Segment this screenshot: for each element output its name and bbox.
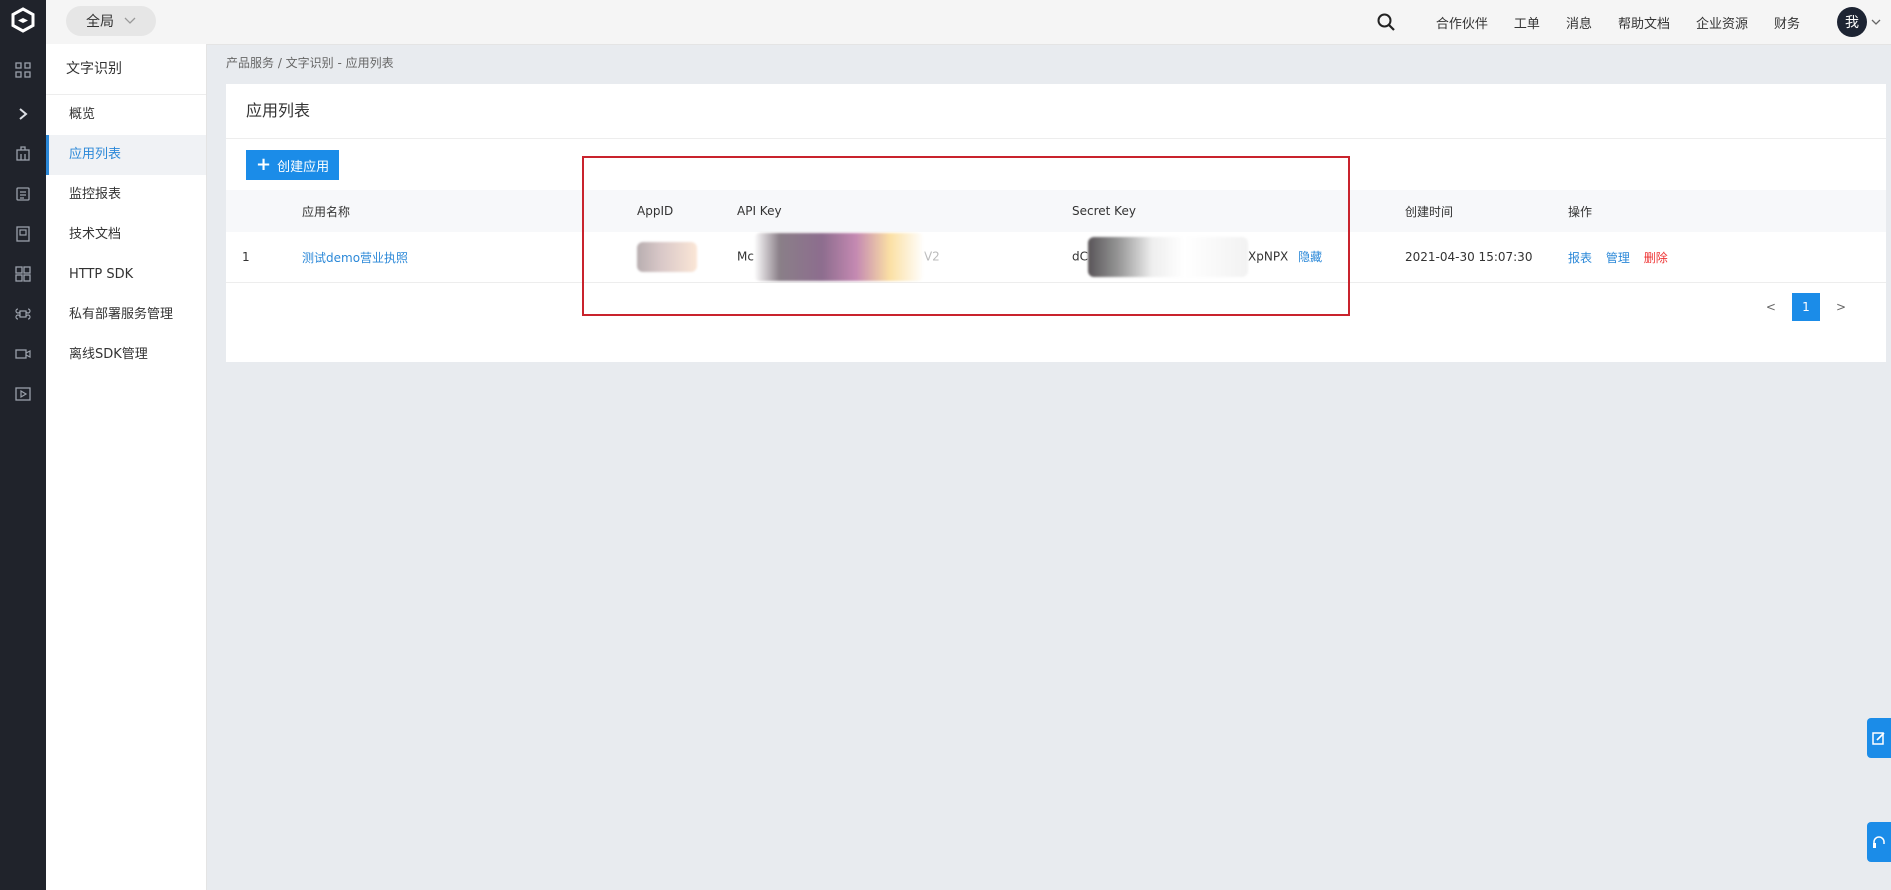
nav-help-docs[interactable]: 帮助文档 [1618, 13, 1670, 32]
headset-icon[interactable] [1867, 822, 1891, 862]
sidebar-item-private-deploy[interactable]: 私有部署服务管理 [46, 295, 206, 335]
create-app-button[interactable]: + 创建应用 [246, 150, 340, 180]
chevron-right-icon[interactable] [0, 94, 46, 134]
row-index: 1 [226, 232, 286, 283]
book-icon[interactable] [0, 214, 46, 254]
top-nav: 合作伙伴 工单 消息 帮助文档 企业资源 财务 我 [1364, 0, 1881, 44]
page-title: 应用列表 [226, 84, 1886, 139]
app-table: 应用名称 AppID API Key Secret Key 创建时间 操作 1 … [226, 190, 1886, 283]
row-actions: 报表 管理 删除 [1552, 232, 1886, 283]
table-row: 1 测试demo营业执照 Mc V2 dC XpNPX 隐藏 2021-04-30 … [226, 232, 1886, 283]
apps-icon[interactable] [0, 254, 46, 294]
col-app-name: 应用名称 [286, 190, 621, 232]
nav-partners[interactable]: 合作伙伴 [1436, 13, 1488, 32]
page-1-button[interactable]: 1 [1791, 293, 1820, 321]
document-icon[interactable] [0, 174, 46, 214]
sidebar-item-overview[interactable]: 概览 [46, 95, 206, 135]
region-label: 全局 [86, 14, 114, 30]
app-list-panel: 应用列表 + 创建应用 应用名称 AppID API Key Secret Ke… [226, 84, 1886, 362]
pagination: < 1 > [1760, 293, 1852, 321]
command-icon[interactable] [0, 294, 46, 334]
redacted-appid [637, 242, 697, 272]
secret-key-prefix: dC [1072, 249, 1088, 264]
logo-icon[interactable] [0, 0, 46, 40]
col-api-key: API Key [721, 190, 1056, 232]
chevron-down-icon [124, 13, 136, 29]
region-selector[interactable]: 全局 [66, 6, 156, 36]
col-appid: AppID [621, 190, 721, 232]
video-icon[interactable] [0, 334, 46, 374]
col-actions: 操作 [1552, 190, 1886, 232]
redacted-secret-key [1088, 237, 1248, 277]
nav-tickets[interactable]: 工单 [1514, 13, 1540, 32]
api-key-suffix: V2 [923, 249, 940, 264]
report-link[interactable]: 报表 [1568, 251, 1592, 265]
sidebar-item-monitoring[interactable]: 监控报表 [46, 175, 206, 215]
table-header-row: 应用名称 AppID API Key Secret Key 创建时间 操作 [226, 190, 1886, 232]
play-icon[interactable] [0, 374, 46, 414]
search-icon[interactable] [1377, 13, 1395, 31]
delete-link[interactable]: 删除 [1644, 251, 1668, 265]
grid-icon[interactable] [0, 50, 46, 90]
col-secret-key: Secret Key [1056, 190, 1389, 232]
nav-messages[interactable]: 消息 [1566, 13, 1592, 32]
sidebar-title: 文字识别 [46, 44, 206, 95]
sidebar-item-tech-docs[interactable]: 技术文档 [46, 215, 206, 255]
secret-key-suffix: XpNPX [1248, 249, 1289, 264]
top-bar: 全局 合作伙伴 工单 消息 帮助文档 企业资源 财务 我 [46, 0, 1891, 45]
sidebar-item-http-sdk[interactable]: HTTP SDK [46, 255, 206, 295]
create-app-label: 创建应用 [277, 159, 330, 175]
feedback-icon[interactable] [1867, 718, 1891, 758]
next-page-button[interactable]: > [1830, 300, 1852, 314]
sidebar-item-offline-sdk[interactable]: 离线SDK管理 [46, 335, 206, 375]
api-key-prefix: Mc [737, 249, 754, 264]
chevron-down-icon[interactable] [1871, 19, 1881, 26]
avatar[interactable]: 我 [1837, 7, 1867, 37]
building-icon[interactable] [0, 134, 46, 174]
prev-page-button[interactable]: < [1760, 300, 1782, 314]
sidebar-item-app-list[interactable]: 应用列表 [46, 135, 206, 175]
plus-icon: + [256, 154, 272, 175]
icon-rail [0, 0, 46, 890]
nav-finance[interactable]: 财务 [1774, 13, 1800, 32]
product-sidebar: 文字识别 概览 应用列表 监控报表 技术文档 HTTP SDK 私有部署服务管理… [46, 44, 207, 890]
created-time: 2021-04-30 15:07:30 [1389, 232, 1552, 283]
breadcrumb: 产品服务 / 文字识别 - 应用列表 [226, 56, 394, 70]
manage-link[interactable]: 管理 [1606, 251, 1630, 265]
col-index [226, 190, 286, 232]
app-name-link[interactable]: 测试demo营业执照 [302, 251, 408, 265]
col-created-time: 创建时间 [1389, 190, 1552, 232]
hide-secret-link[interactable]: 隐藏 [1298, 250, 1322, 264]
nav-enterprise-resources[interactable]: 企业资源 [1696, 13, 1748, 32]
redacted-api-key [753, 233, 924, 281]
